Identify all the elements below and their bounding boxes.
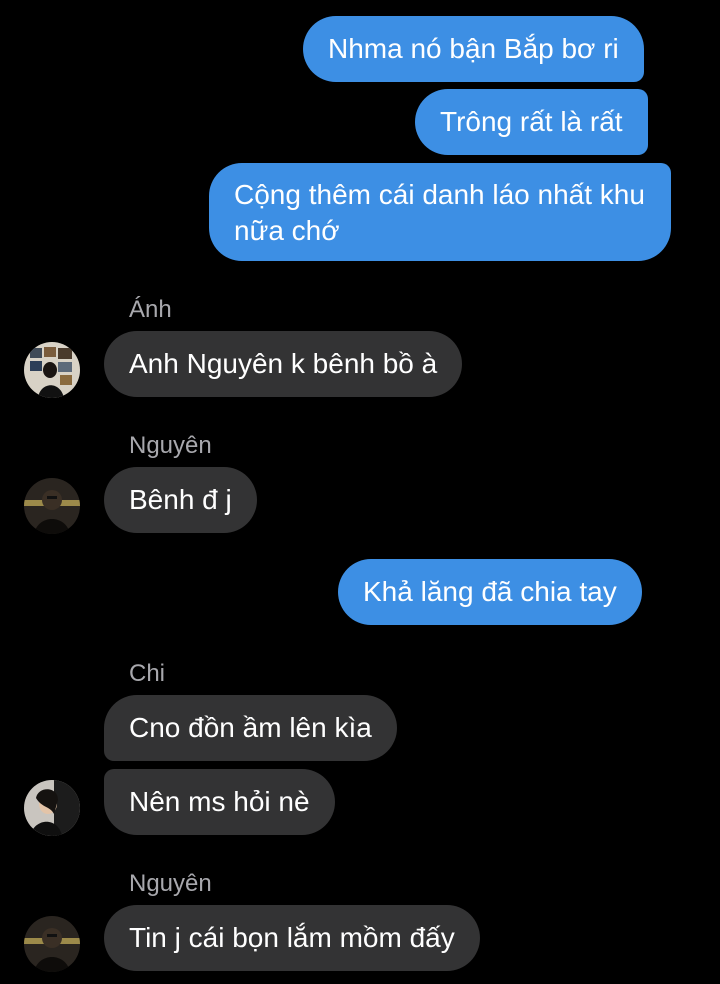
avatar-photo xyxy=(24,780,80,836)
avatar[interactable] xyxy=(24,780,80,836)
avatar[interactable] xyxy=(24,342,80,398)
avatar-photo xyxy=(24,478,80,534)
incoming-message[interactable]: Nên ms hỏi nè xyxy=(104,769,335,835)
sender-name: Chi xyxy=(129,660,166,687)
incoming-message[interactable]: Bênh đ j xyxy=(104,467,257,533)
avatar[interactable] xyxy=(24,478,80,534)
sender-name: Ánh xyxy=(129,296,172,323)
avatar[interactable] xyxy=(24,916,80,972)
incoming-message[interactable]: Anh Nguyên k bênh bồ à xyxy=(104,331,463,397)
message-thread[interactable]: Nhma nó bận Bắp bơ ri Trông rất là rất C… xyxy=(0,0,720,984)
avatar-photo xyxy=(24,342,80,398)
outgoing-message[interactable]: Khả lăng đã chia tay xyxy=(338,559,642,625)
incoming-message[interactable]: Cno đồn ầm lên kìa xyxy=(104,695,397,761)
sender-name: Nguyên xyxy=(129,432,212,459)
avatar-photo xyxy=(24,916,80,972)
incoming-message[interactable]: Tin j cái bọn lắm mồm đấy xyxy=(104,905,480,971)
outgoing-message[interactable]: Cộng thêm cái danh láo nhất khu nữa chớ xyxy=(209,163,671,261)
outgoing-message[interactable]: Trông rất là rất xyxy=(415,89,648,155)
sender-name: Nguyên xyxy=(129,870,212,897)
outgoing-message[interactable]: Nhma nó bận Bắp bơ ri xyxy=(303,16,644,82)
